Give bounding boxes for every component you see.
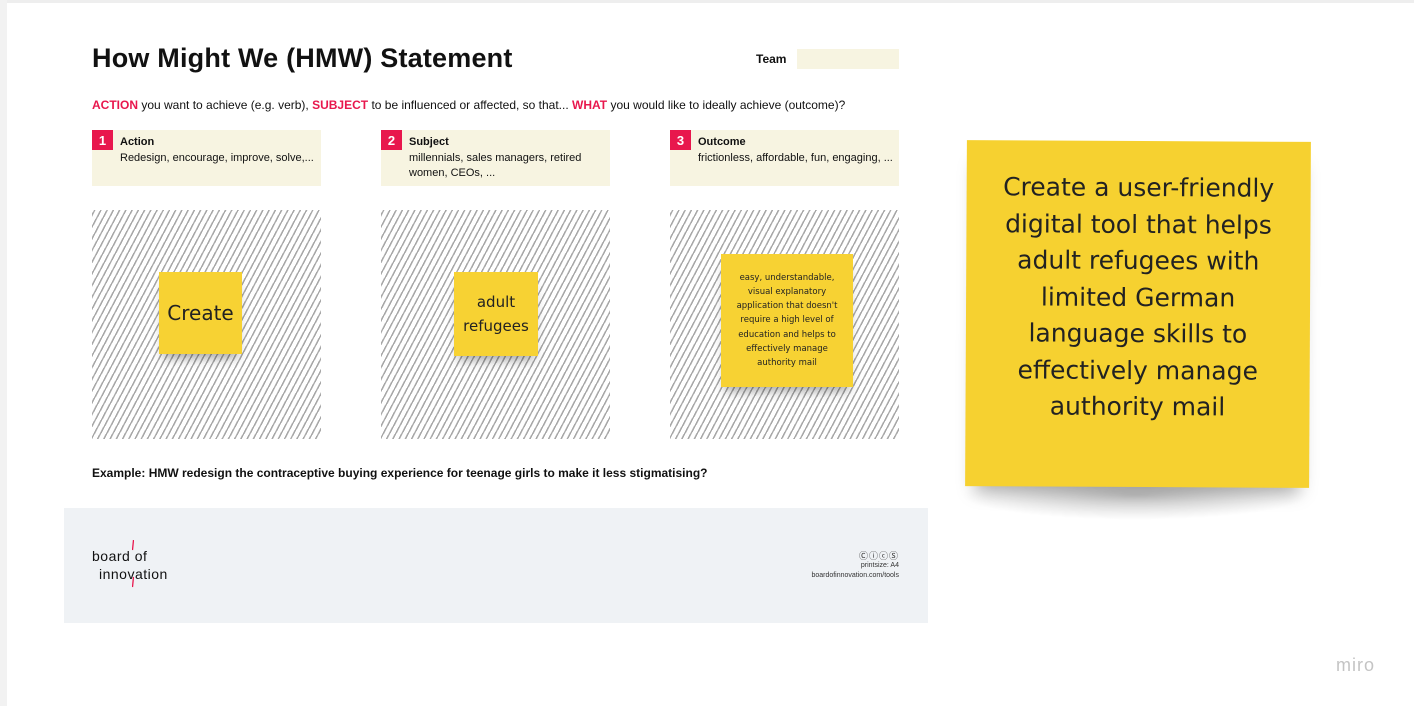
keyword-subject: SUBJECT (312, 98, 369, 112)
logo-slash-icon (132, 540, 134, 588)
logo-line-1: board of (92, 548, 148, 564)
board-of-innovation-logo: board of innovation (92, 540, 192, 592)
hint-card-action: 1 Action Redesign, encourage, improve, s… (92, 130, 321, 186)
hint-card-subject: 2 Subject millennials, sales managers, r… (381, 130, 610, 186)
hint-title: Outcome (698, 136, 746, 148)
instruction-part-2: to be influenced or affected, so that... (368, 98, 573, 112)
instruction-part-1: you want to achieve (e.g. verb), (138, 98, 313, 112)
keyword-action: ACTION (92, 98, 138, 112)
step-number-badge: 2 (381, 130, 402, 150)
hint-body: millennials, sales managers, retired wom… (409, 152, 582, 179)
hint-title: Action (120, 136, 155, 148)
team-label: Team (756, 52, 787, 66)
step-number-badge: 1 (92, 130, 113, 150)
sticky-note-subject[interactable]: adult refugees (454, 272, 538, 356)
footer-band: board of innovation ⒸⓘⓒⓈ printsize: A4 b… (64, 508, 928, 623)
page-title: How Might We (HMW) Statement (92, 43, 513, 73)
hint-body: Redesign, encourage, improve, solve,... (120, 152, 314, 164)
sticky-note-outcome[interactable]: easy, understandable, visual explanatory… (721, 254, 853, 387)
step-number-badge: 3 (670, 130, 691, 150)
printsize-text: printsize: A4 (860, 562, 899, 569)
creative-commons-icon: ⒸⓘⓒⓈ (858, 551, 899, 561)
instruction-text: ACTION you want to achieve (e.g. verb), … (92, 98, 845, 112)
keyword-what: WHAT (572, 98, 608, 112)
miro-watermark: miro (1336, 655, 1375, 675)
canvas-top-border (0, 0, 1414, 3)
website-link[interactable]: boardofinnovation.com/tools (811, 572, 899, 579)
hint-body: frictionless, affordable, fun, engaging,… (698, 152, 893, 164)
instruction-part-3: you would like to ideally achieve (outco… (607, 98, 846, 112)
example-text: Example: HMW redesign the contraceptive … (92, 466, 708, 480)
hint-title: Subject (409, 136, 449, 148)
canvas-left-border (0, 0, 7, 706)
sticky-note-hmw-statement[interactable]: Create a user-friendly digital tool that… (965, 140, 1311, 488)
hint-card-outcome: 3 Outcome frictionless, affordable, fun,… (670, 130, 899, 186)
team-input[interactable] (797, 49, 899, 69)
sticky-note-action[interactable]: Create (159, 272, 242, 354)
